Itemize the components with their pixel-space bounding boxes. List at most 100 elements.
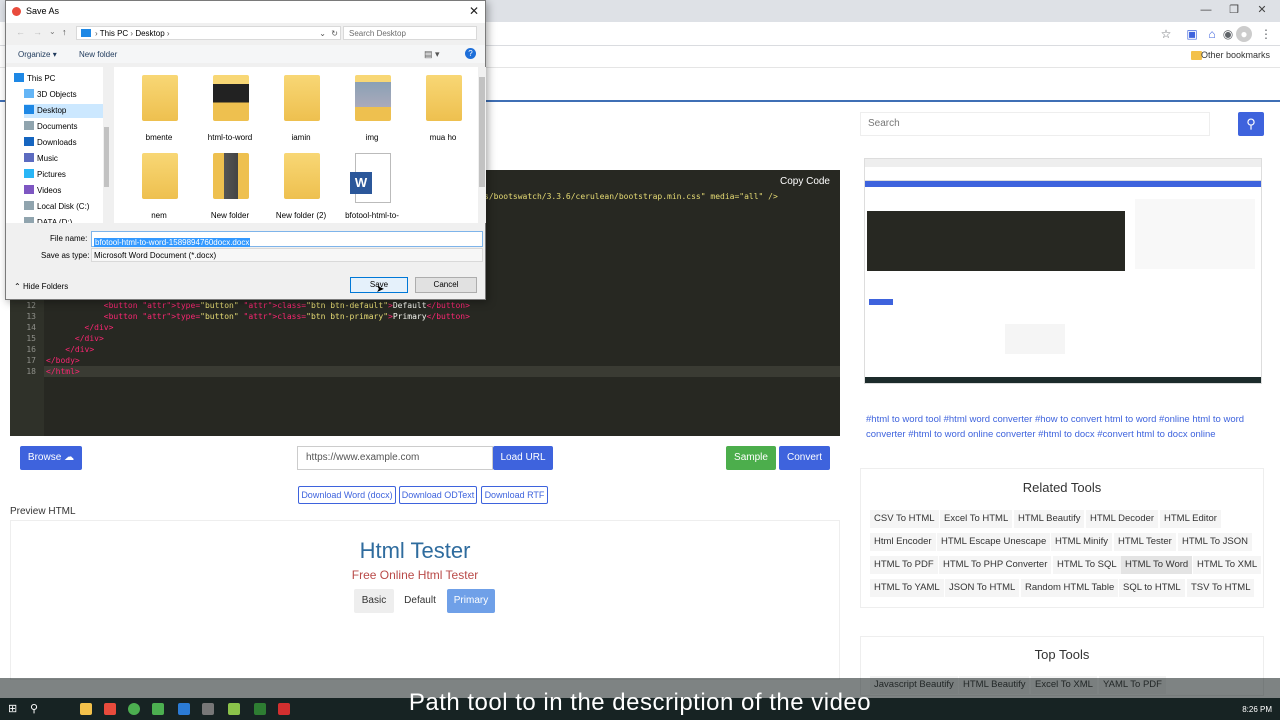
file-item[interactable]: Wbfotool-html-to- [339,153,405,223]
organize-menu[interactable]: Organize ▾ [18,50,57,59]
help-icon[interactable]: ? [465,48,476,59]
related-tool-link[interactable]: HTML Beautify [1014,510,1085,528]
search-button[interactable]: ⚲ [1238,112,1264,136]
address-dropdown-icon[interactable]: ⌄ [319,27,326,40]
nav-item[interactable]: Music [24,152,109,166]
related-tool-link[interactable]: HTML Tester [1114,533,1176,551]
file-item[interactable]: html-to-word [197,75,263,147]
related-tool-link[interactable]: HTML Decoder [1086,510,1159,528]
profile-avatar-icon[interactable]: ● [1236,26,1252,42]
download-rtf-button[interactable]: Download RTF [481,486,548,504]
app-icon[interactable] [254,703,266,715]
bookmark-star-icon[interactable]: ☆ [1158,26,1174,42]
related-tool-link[interactable]: Html Encoder [870,533,936,551]
forward-arrow-icon[interactable]: → [33,27,42,37]
search-input[interactable]: Search [860,112,1210,136]
file-item[interactable]: iamin [268,75,334,147]
file-explorer-icon[interactable] [80,703,92,715]
related-tool-link[interactable]: HTML To PHP Converter [939,556,1052,574]
cancel-button[interactable]: Cancel [415,277,477,293]
related-tool-link[interactable]: JSON To HTML [945,579,1020,597]
chrome-icon[interactable] [128,703,140,715]
view-options-icon[interactable]: ▤ ▾ [424,49,440,60]
nav-item[interactable]: This PC [14,72,106,86]
nav-scrollbar[interactable] [103,67,110,223]
files-scrollbar[interactable] [478,67,486,223]
app-icon[interactable] [228,703,240,715]
related-tool-link[interactable]: HTML Minify [1051,533,1112,551]
file-item[interactable]: img [339,75,405,147]
related-tool-link[interactable]: HTML Escape Unescape [937,533,1051,551]
nav-item[interactable]: Documents [24,120,109,134]
download-word-button[interactable]: Download Word (docx) [298,486,396,504]
load-url-button[interactable]: Load URL [493,446,553,470]
related-tool-link[interactable]: CSV To HTML [870,510,939,528]
minimize-icon[interactable]: — [1196,3,1216,17]
related-tool-link[interactable]: HTML To Word [1121,556,1193,574]
extension-icon[interactable]: ⌂ [1204,26,1220,42]
file-item-label: img [365,133,379,142]
browser-menu-icon[interactable]: ⋮ [1258,26,1274,42]
related-tool-link[interactable]: SQL to HTML [1119,579,1185,597]
up-arrow-icon[interactable]: ↑ [62,27,67,37]
file-item[interactable]: New folder (2) [268,153,334,223]
app-icon[interactable] [278,703,290,715]
related-tool-link[interactable]: HTML Editor [1160,510,1221,528]
download-odt-button[interactable]: Download ODText [399,486,477,504]
nav-item[interactable]: Pictures [24,168,109,182]
video-thumbnail[interactable] [864,158,1262,384]
translate-icon[interactable]: ▣ [1184,26,1200,42]
nav-item[interactable]: DATA (D:) [24,216,109,223]
maximize-icon[interactable]: ❐ [1224,3,1244,17]
copy-code-button[interactable]: Copy Code [780,176,830,187]
preview-default-button[interactable]: Default [398,589,442,613]
preview-basic-button[interactable]: Basic [354,589,394,613]
preview-primary-button[interactable]: Primary [447,589,495,613]
convert-button[interactable]: Convert [779,446,830,470]
nav-item[interactable]: 3D Objects [24,88,109,102]
other-bookmarks[interactable]: Other bookmarks [1201,50,1270,60]
nav-item-icon [24,105,34,114]
nav-item[interactable]: Local Disk (C:) [24,200,109,214]
file-item[interactable]: nem [126,153,192,223]
windows-start-icon[interactable]: ⊞ [8,703,20,715]
back-arrow-icon[interactable]: ← [16,27,25,37]
related-tool-link[interactable]: HTML To YAML [870,579,944,597]
app-icon[interactable] [202,703,214,715]
breadcrumb-desktop[interactable]: Desktop [135,29,164,38]
vscode-icon[interactable] [178,703,190,715]
extension-icon[interactable]: ◉ [1220,26,1236,42]
related-tool-link[interactable]: HTML To PDF [870,556,938,574]
code-line: 14 </div> [10,322,840,333]
related-tool-link[interactable]: HTML To JSON [1178,533,1252,551]
app-icon[interactable] [152,703,164,715]
file-item[interactable]: New folder [197,153,263,223]
save-as-type-select[interactable]: Microsoft Word Document (*.docx) [91,248,483,262]
address-bar[interactable]: › This PC › Desktop › ⌄ ↻ [76,26,341,40]
file-item[interactable]: bmente [126,75,192,147]
related-tool-link[interactable]: HTML To SQL [1053,556,1121,574]
breadcrumb-this-pc[interactable]: This PC [100,29,128,38]
nav-item[interactable]: Desktop [24,104,109,118]
taskbar-search-icon[interactable]: ⚲ [30,703,42,715]
related-tool-link[interactable]: TSV To HTML [1187,579,1255,597]
related-tool-link[interactable]: HTML To XML [1193,556,1262,574]
sample-button[interactable]: Sample [726,446,776,470]
nav-item[interactable]: Videos [24,184,109,198]
nav-item[interactable]: Downloads [24,136,109,150]
url-input[interactable]: https://www.example.com [297,446,493,470]
recent-dropdown-icon[interactable]: ⌄ [49,27,56,36]
dialog-close-icon[interactable]: ✕ [469,4,479,18]
hide-folders-toggle[interactable]: ⌃ Hide Folders [14,282,68,291]
related-tool-link[interactable]: Excel To HTML [940,510,1013,528]
app-icon[interactable] [104,703,116,715]
related-tool-link[interactable]: Random HTML Table [1021,579,1119,597]
file-name-input[interactable]: bfotool-html-to-word-1589894760docx.docx [91,231,483,247]
refresh-icon[interactable]: ↻ [331,27,338,40]
dialog-search-input[interactable]: Search Desktop [343,26,477,40]
new-folder-button[interactable]: New folder [79,50,117,59]
file-item[interactable]: mua ho [410,75,476,147]
tag-list[interactable]: #html to word tool #html word converter … [866,412,1258,442]
window-close-icon[interactable]: ✕ [1252,3,1272,17]
browse-button[interactable]: Browse ☁ [20,446,82,470]
